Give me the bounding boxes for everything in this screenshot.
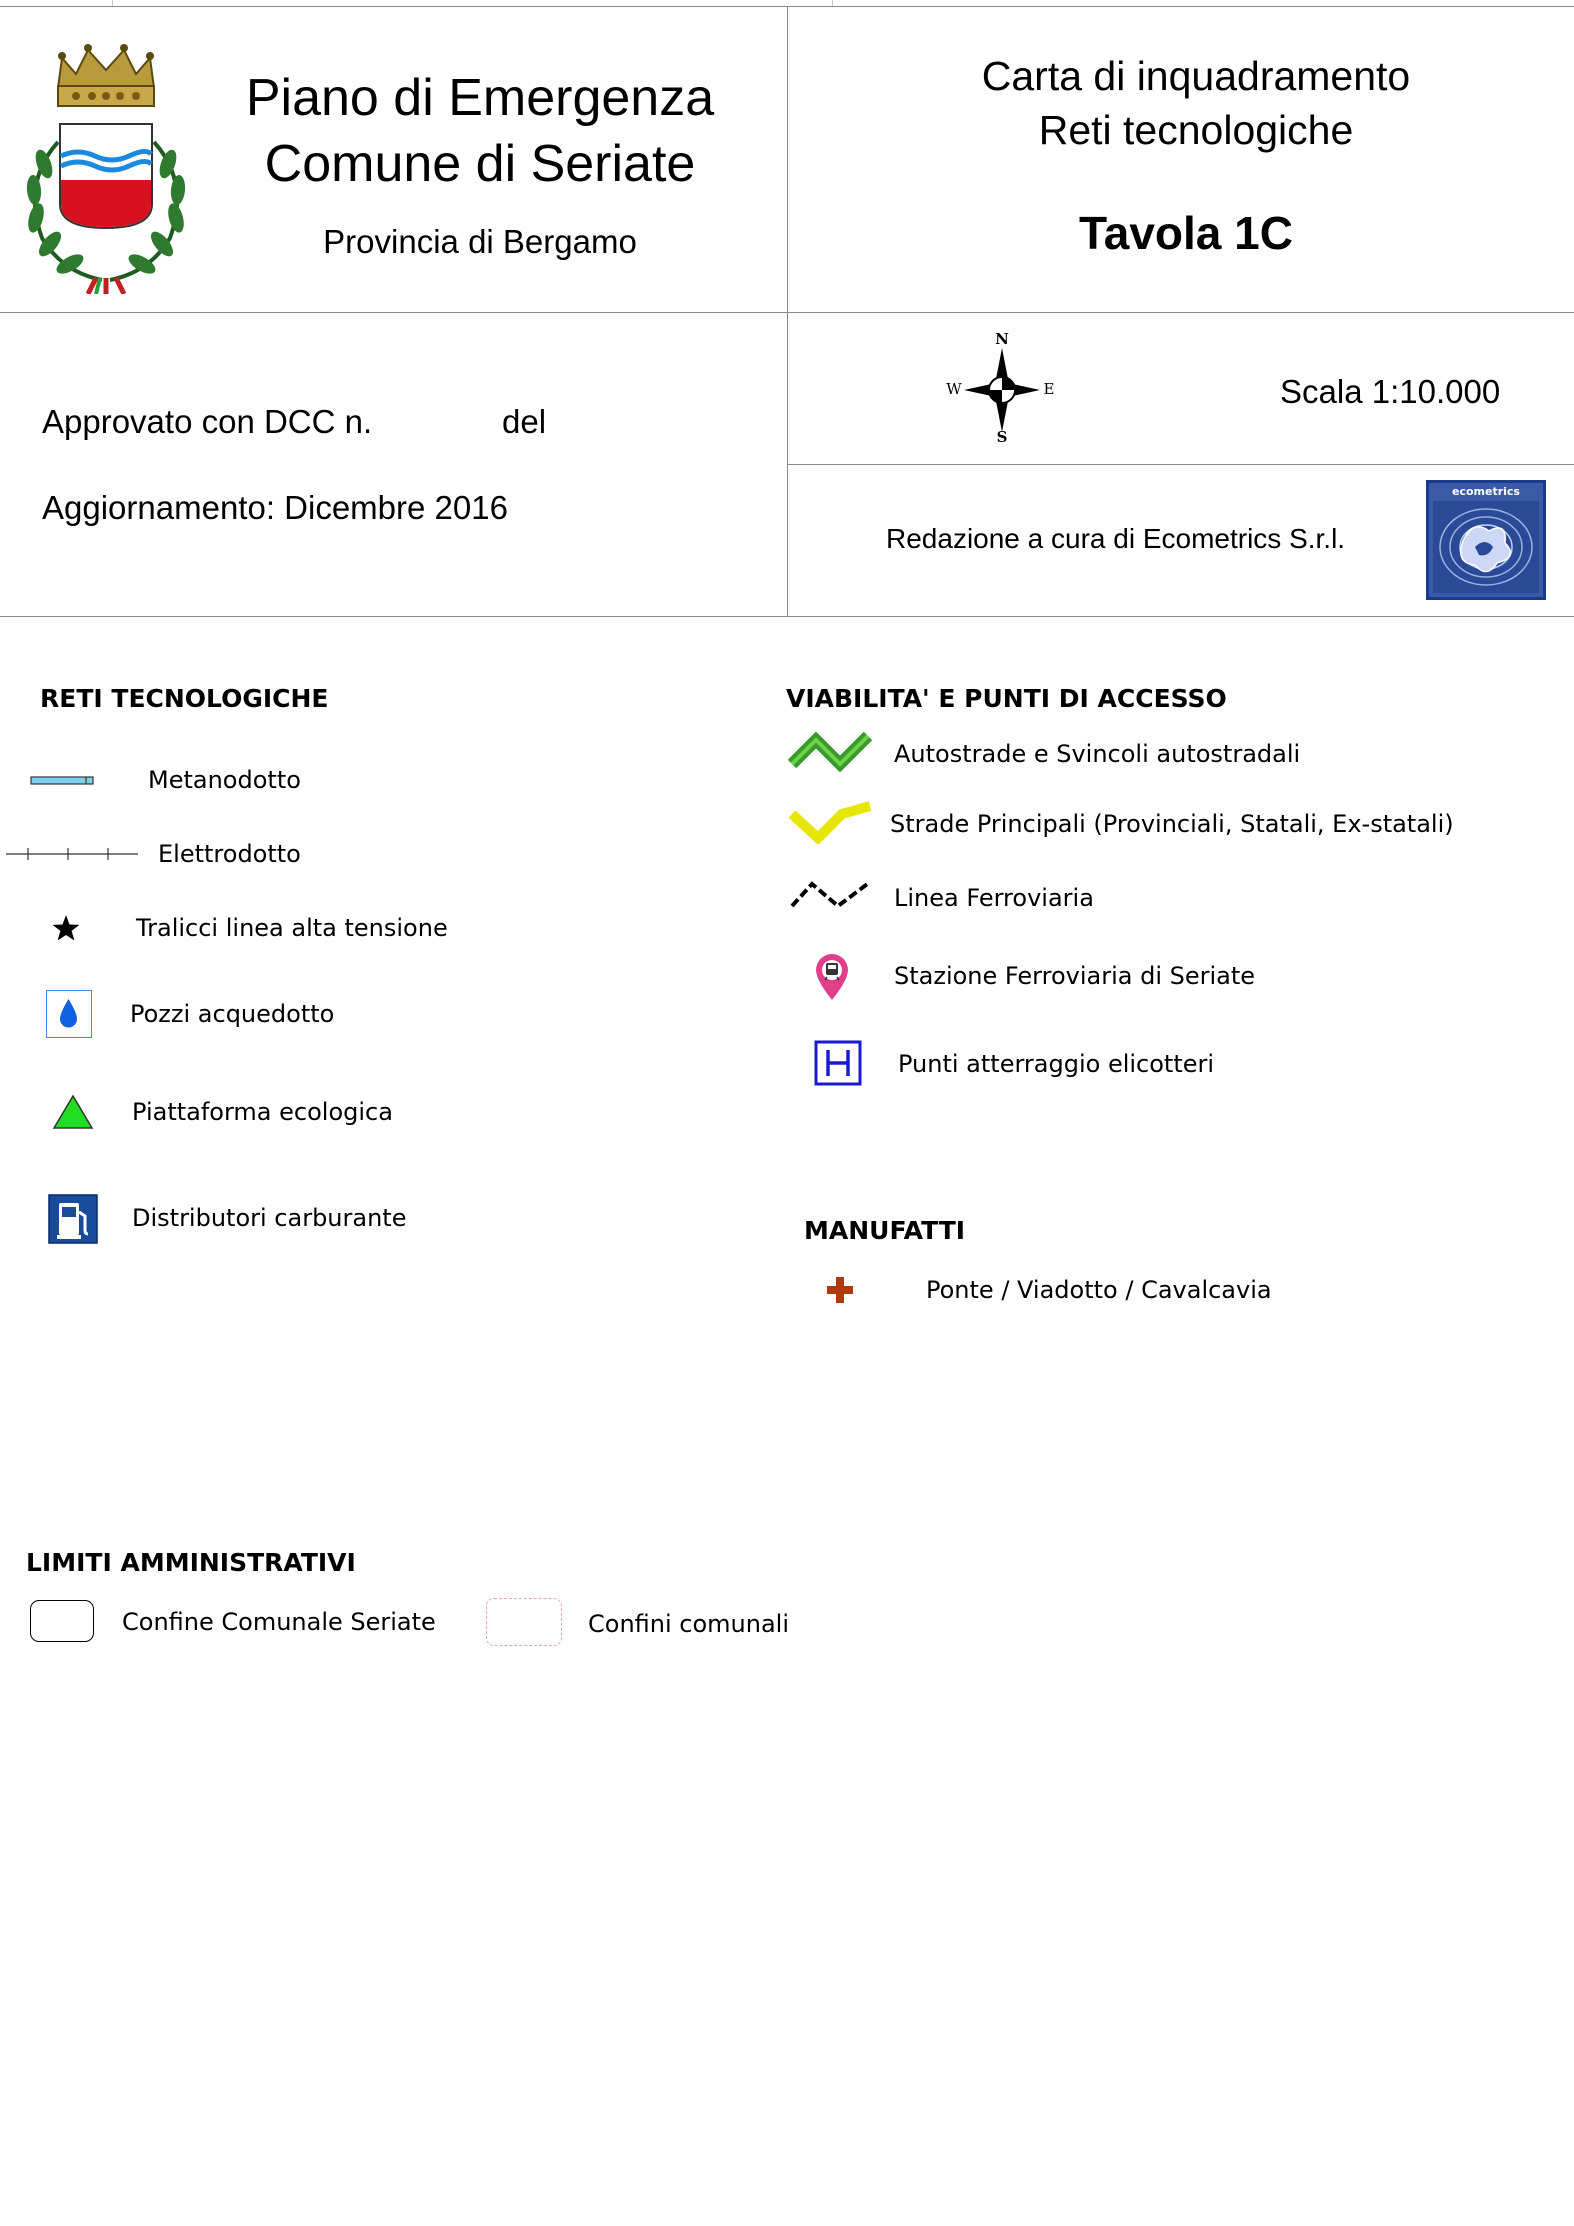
plan-title-line2: Comune di Seriate: [264, 135, 696, 193]
yellow-zigzag-line: [788, 800, 874, 844]
map-title-line1: Carta di inquadramento: [981, 53, 1411, 99]
green-triangle-icon: [52, 1094, 94, 1130]
star-icon: [52, 914, 80, 942]
ecometrics-logo-text: ecometrics: [1452, 485, 1520, 498]
legend-item-pozzi: Pozzi acquedotto: [130, 1000, 335, 1028]
train-station-pin-icon: [812, 952, 852, 1002]
power-line: [6, 844, 138, 864]
legend-item-piattaforma: Piattaforma ecologica: [132, 1098, 393, 1126]
legend-item-confine-seriate: Confine Comunale Seriate: [122, 1608, 436, 1636]
section-title-reti: RETI TECNOLOGICHE: [40, 684, 329, 713]
legend-item-metanodotto: Metanodotto: [148, 766, 301, 794]
legend-item-ponte: Ponte / Viadotto / Cavalcavia: [926, 1276, 1272, 1304]
green-zigzag-line: [788, 728, 874, 772]
frame-top-tick-left: [112, 0, 113, 6]
editor-label: Redazione a cura di Ecometrics S.r.l.: [886, 523, 1346, 554]
frame-vertical-divider: [787, 6, 788, 616]
section-title-manufatti: MANUFATTI: [804, 1216, 966, 1245]
update-label: Aggiornamento: Dicembre 2016: [42, 489, 508, 526]
section-title-viabilita: VIABILITA' E PUNTI DI ACCESSO: [786, 684, 1227, 713]
map-title-line2: Reti tecnologiche: [1038, 107, 1354, 153]
province-label: Provincia di Bergamo: [323, 223, 637, 260]
bridge-cross-icon: [826, 1276, 854, 1304]
compass-west-label: W: [946, 380, 962, 398]
railway-dashed-line: [788, 876, 874, 912]
gas-pipeline-line: [30, 774, 96, 788]
legend-item-elettrodotto: Elettrodotto: [158, 840, 301, 868]
pink-dashed-box: [486, 1598, 562, 1646]
compass-north-label: N: [995, 330, 1009, 348]
legend-item-distributori: Distributori carburante: [132, 1204, 407, 1232]
black-outline-box: [30, 1600, 94, 1642]
frame-top-tick-right: [832, 0, 833, 6]
tavola-label: Tavola 1C: [1079, 207, 1293, 259]
frame-line-block-bottom: [0, 616, 1574, 617]
helipad-icon: [814, 1040, 862, 1086]
legend-item-elicotteri: Punti atterraggio elicotteri: [898, 1050, 1215, 1078]
compass-south-label: S: [996, 428, 1008, 446]
approval-label: Approvato con DCC n.: [42, 403, 373, 440]
scale-label: Scala 1:10.000: [1280, 373, 1501, 410]
legend-item-tralicci: Tralicci linea alta tensione: [136, 914, 448, 942]
ecometrics-logo: ecometrics: [1426, 480, 1546, 600]
legend-item-confini-comunali: Confini comunali: [588, 1610, 789, 1638]
fuel-pump-icon: [48, 1194, 98, 1244]
legend-item-linea-ferroviaria: Linea Ferroviaria: [894, 884, 1094, 912]
legend-item-strade-principali: Strade Principali (Provinciali, Statali,…: [890, 810, 1454, 838]
approval-del-label: del: [502, 403, 547, 440]
water-drop-icon: [46, 990, 92, 1038]
section-title-limiti: LIMITI AMMINISTRATIVI: [26, 1548, 356, 1577]
legend-item-autostrade: Autostrade e Svincoli autostradali: [894, 740, 1301, 768]
compass-east-label: E: [1043, 380, 1055, 398]
coat-of-arms-emblem: [18, 32, 194, 294]
plan-title-line1: Piano di Emergenza: [245, 69, 715, 127]
frame-line-right-middle: [787, 464, 1574, 465]
legend-item-stazione: Stazione Ferroviaria di Seriate: [894, 962, 1256, 990]
